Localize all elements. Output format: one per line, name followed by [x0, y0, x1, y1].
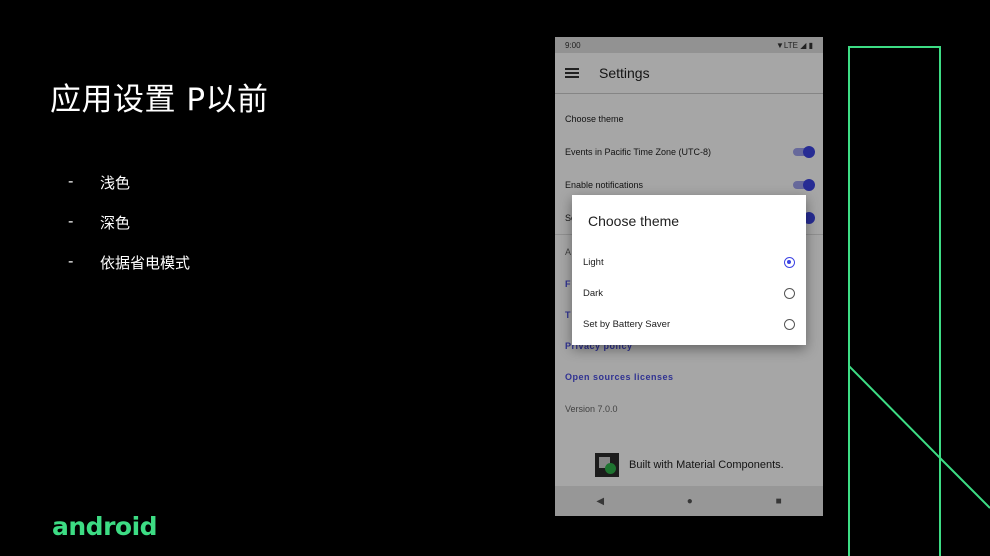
phone-screenshot: 9:00 ▼LTE ◢ ▮ Settings Choose theme Even… [555, 37, 823, 516]
option-battery-saver[interactable]: Set by Battery Saver [583, 313, 795, 335]
radio-light[interactable] [784, 256, 795, 268]
dialog-title: Choose theme [588, 213, 680, 229]
radio-dark[interactable] [784, 287, 795, 299]
decoration-tail [939, 457, 990, 509]
decoration-outline [848, 46, 941, 556]
option-dark[interactable]: Dark [583, 282, 795, 304]
green-line-decoration [848, 46, 990, 556]
radio-battery-saver[interactable] [784, 318, 795, 330]
choose-theme-dialog: Choose theme Light Dark Set by Battery S… [572, 195, 806, 345]
option-light[interactable]: Light [583, 251, 795, 273]
